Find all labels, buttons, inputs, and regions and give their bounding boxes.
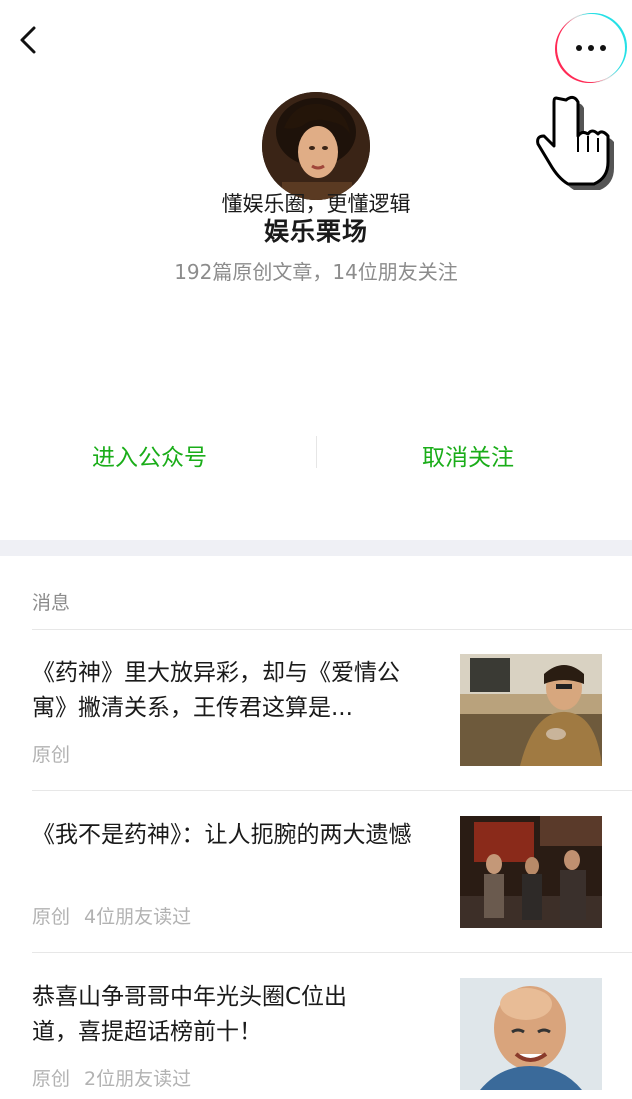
- unfollow-button[interactable]: 取消关注: [422, 438, 514, 472]
- divider: [32, 952, 632, 953]
- enter-account-button[interactable]: 进入公众号: [92, 438, 207, 472]
- divider: [32, 629, 632, 630]
- more-dots-icon: [576, 45, 582, 51]
- friends-read-count: 2位朋友读过: [84, 1068, 192, 1090]
- account-stats: 192篇原创文章，14位朋友关注: [174, 260, 458, 284]
- account-actions: 进入公众号 取消关注: [0, 430, 632, 474]
- messages-section-title: 消息: [32, 592, 71, 614]
- divider: [32, 790, 632, 791]
- actions-divider: [316, 436, 317, 468]
- article-item[interactable]: 恭喜山争哥哥中年光头圈C位出道，喜提超话榜前十！ 原创 2位朋友读过: [0, 978, 632, 1099]
- article-meta: 原创: [32, 740, 84, 767]
- original-tag: 原创: [32, 1068, 71, 1090]
- article-thumbnail: [460, 654, 602, 766]
- original-tag: 原创: [32, 906, 71, 928]
- article-meta: 原创 4位朋友读过: [32, 902, 205, 929]
- more-dot: [588, 45, 594, 51]
- chevron-left-icon: [20, 26, 36, 54]
- article-title: 《药神》里大放异彩，却与《爱情公寓》撇清关系，王传君这算是...: [32, 660, 400, 721]
- article-thumbnail: [460, 978, 602, 1090]
- more-button[interactable]: [557, 14, 625, 82]
- article-thumbnail: [460, 816, 602, 928]
- original-tag: 原创: [32, 744, 71, 766]
- article-title: 恭喜山争哥哥中年光头圈C位出道，喜提超话榜前十！: [32, 984, 348, 1045]
- article-item[interactable]: 《我不是药神》：让人扼腕的两大遗憾 原创 4位朋友读过: [0, 816, 632, 978]
- section-separator: [0, 540, 632, 556]
- article-meta: 原创 2位朋友读过: [32, 1064, 205, 1091]
- top-bar: [0, 0, 632, 86]
- friends-read-count: 4位朋友读过: [84, 906, 192, 928]
- profile-header: 娱乐栗场: [0, 92, 632, 248]
- more-dot: [600, 45, 606, 51]
- avatar: [262, 92, 370, 200]
- article-title: 《我不是药神》：让人扼腕的两大遗憾: [32, 822, 412, 848]
- article-item[interactable]: 《药神》里大放异彩，却与《爱情公寓》撇清关系，王传君这算是... 原创: [0, 654, 632, 816]
- account-description: 懂娱乐圈，更懂逻辑: [221, 192, 411, 216]
- back-button[interactable]: [10, 20, 50, 60]
